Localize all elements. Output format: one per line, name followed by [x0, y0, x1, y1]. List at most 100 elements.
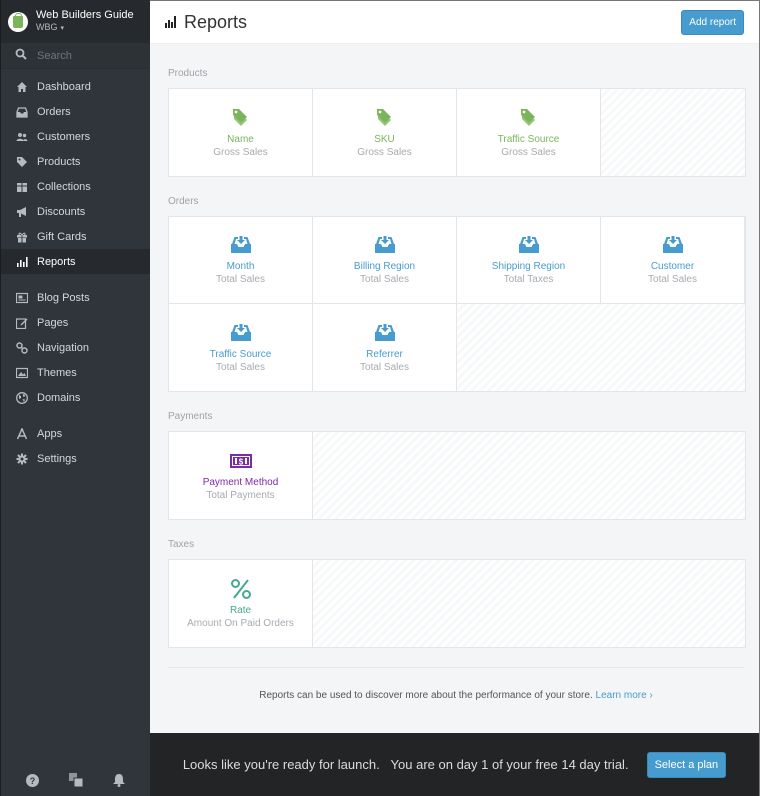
report-grid: Month Total Sales Billing Region Total Sale…: [168, 216, 746, 392]
report-section-taxes: Taxes Rate Amount On Paid Orders: [168, 539, 746, 648]
sidebar-item-apps[interactable]: Apps: [1, 421, 150, 446]
report-metric: Gross Sales: [357, 146, 412, 158]
report-name: Shipping Region: [491, 261, 566, 272]
sidebar-item-label: Domains: [37, 391, 81, 404]
report-metric: Total Sales: [216, 274, 265, 285]
sidebar-item-discounts[interactable]: Discounts: [1, 199, 150, 224]
sidebar: Web Builders Guide WBG▾ Dashboard Orders C…: [0, 0, 150, 796]
sidebar-item-collections[interactable]: Collections: [1, 174, 150, 199]
sidebar-item-settings[interactable]: Settings: [1, 446, 150, 471]
gear-icon: [16, 453, 28, 465]
report-name: Payment Method: [202, 476, 279, 488]
percent-icon: [230, 578, 252, 600]
section-label: Products: [168, 68, 208, 79]
sidebar-item-blog-posts[interactable]: Blog Posts: [1, 285, 150, 310]
home-icon: [16, 81, 28, 93]
select-plan-button[interactable]: Select a plan: [646, 751, 727, 778]
report-card[interactable]: Rate Amount On Paid Orders: [169, 560, 313, 647]
report-name: Traffic Source: [497, 133, 560, 145]
report-section-orders: Orders Month Total Sales Billing Region Tota…: [168, 196, 746, 392]
inbox-icon: [16, 106, 28, 118]
report-card[interactable]: Traffic Source Total Sales: [169, 304, 313, 391]
sidebar-item-label: Reports: [37, 255, 76, 268]
sidebar-item-domains[interactable]: Domains: [1, 385, 150, 410]
sidebar-item-orders[interactable]: Orders: [1, 99, 150, 124]
report-card[interactable]: SKU Gross Sales: [313, 89, 457, 176]
report-metric: Total Sales: [648, 274, 697, 285]
report-metric: Total Payments: [206, 489, 275, 501]
sidebar-item-dashboard[interactable]: Dashboard: [1, 74, 150, 99]
add-report-button[interactable]: Add report: [681, 9, 744, 35]
top-bar: Reports Add report: [150, 1, 759, 44]
report-name: Billing Region: [353, 261, 416, 272]
report-card[interactable]: Name Gross Sales: [169, 89, 313, 176]
sidebar-footer: ?: [1, 764, 150, 796]
main-area: Reports Add report Products Name Gross Sal…: [150, 0, 760, 796]
svg-text:$: $: [238, 457, 243, 466]
report-card[interactable]: Traffic Source Gross Sales: [457, 89, 601, 176]
report-name: Referrer: [366, 348, 403, 360]
report-metric: Gross Sales: [501, 146, 556, 158]
sidebar-item-label: Navigation: [37, 341, 89, 354]
sidebar-item-navigation[interactable]: Navigation: [1, 335, 150, 360]
sidebar-item-customers[interactable]: Customers: [1, 124, 150, 149]
report-name: Customer: [650, 261, 695, 272]
sidebar-nav-group: Dashboard Orders Customers Products Collecti…: [1, 69, 150, 274]
sidebar-nav: Dashboard Orders Customers Products Collecti…: [1, 69, 150, 471]
report-name: Name: [227, 133, 254, 145]
report-card[interactable]: Billing Region Total Sales: [313, 217, 457, 304]
report-card[interactable]: $ Payment Method Total Payments: [169, 432, 313, 519]
gift-icon: [16, 231, 28, 243]
search-icon: [15, 48, 29, 63]
inbox-icon: [230, 322, 252, 344]
help-icon[interactable]: ?: [26, 773, 40, 787]
sidebar-item-label: Products: [37, 155, 81, 168]
tag-icon: [16, 156, 28, 168]
apps-icon: [16, 427, 28, 440]
report-section-products: Products Name Gross Sales SKU Gross Sales Tra…: [168, 68, 746, 177]
launch-message: Looks like you're ready for launch. You …: [182, 757, 629, 772]
sidebar-item-label: Settings: [37, 452, 77, 465]
report-card[interactable]: Month Total Sales: [169, 217, 313, 304]
search-input[interactable]: [37, 49, 137, 62]
report-section-payments: Payments $ Payment Method Total Payments: [168, 411, 746, 520]
report-card[interactable]: Referrer Total Sales: [313, 304, 457, 391]
link-icon: [16, 341, 28, 354]
report-name: Month: [226, 261, 255, 272]
windows-icon[interactable]: [68, 773, 83, 787]
section-label: Orders: [168, 196, 199, 207]
sidebar-item-label: Orders: [37, 105, 71, 118]
sidebar-item-label: Collections: [37, 180, 91, 193]
sidebar-item-label: Apps: [37, 427, 63, 440]
info-text: Reports can be used to discover more abo…: [259, 690, 593, 701]
sidebar-item-products[interactable]: Products: [1, 149, 150, 174]
report-metric: Amount On Paid Orders: [187, 617, 294, 629]
bell-icon[interactable]: [112, 773, 126, 787]
learn-more-link[interactable]: Learn more ›: [596, 690, 653, 701]
inbox-icon: [374, 234, 396, 256]
edit-icon: [16, 317, 28, 329]
report-metric: Total Sales: [360, 274, 409, 285]
section-label: Taxes: [168, 539, 195, 550]
report-card[interactable]: Customer Total Sales: [601, 217, 745, 304]
report-grid: Rate Amount On Paid Orders: [168, 559, 746, 648]
caret-down-icon: ▾: [60, 25, 65, 32]
shop-switcher[interactable]: Web Builders Guide WBG ▾: [1, 0, 150, 43]
sidebar-item-pages[interactable]: Pages: [1, 310, 150, 335]
shop-name: Web Builders Guide: [36, 9, 134, 21]
image-icon: [16, 367, 28, 379]
report-name: Rate: [229, 604, 252, 616]
sidebar-search: [1, 43, 150, 69]
sidebar-item-label: Customers: [37, 130, 91, 143]
sidebar-item-label: Blog Posts: [37, 291, 90, 304]
sidebar-item-themes[interactable]: Themes: [1, 360, 150, 385]
sidebar-item-gift-cards[interactable]: Gift Cards: [1, 224, 150, 249]
report-card[interactable]: Shipping Region Total Taxes: [457, 217, 601, 304]
shop-code: WBG ▾: [36, 22, 65, 32]
tag-icon: [375, 107, 395, 129]
money-icon: $: [229, 450, 252, 472]
inbox-icon: [518, 234, 540, 256]
sidebar-item-reports[interactable]: Reports: [1, 249, 150, 274]
sidebar-item-label: Gift Cards: [37, 230, 87, 243]
report-name: SKU: [374, 133, 395, 145]
